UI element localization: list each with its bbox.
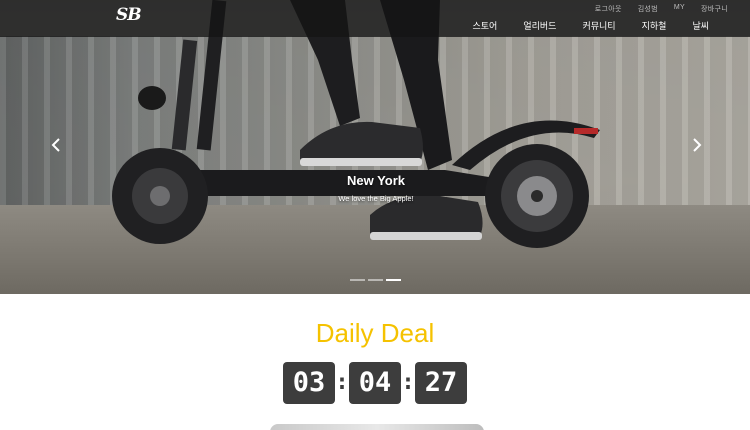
- carousel-caption-title: New York: [346, 173, 406, 188]
- carousel-indicators: [350, 279, 401, 281]
- util-logout-link[interactable]: 로그아웃: [587, 4, 630, 14]
- menu-item-weather[interactable]: 날씨: [679, 19, 722, 32]
- hero-carousel: SB 로그아웃 김성범 MY 장바구니 스토어 얼리버드 커뮤니티 지하철 날씨…: [0, 0, 750, 294]
- chevron-right-icon: [693, 138, 702, 152]
- carousel-indicator-3[interactable]: [386, 279, 401, 281]
- carousel-indicator-2[interactable]: [368, 279, 383, 281]
- countdown-minutes: 04: [349, 362, 401, 404]
- util-my-link[interactable]: MY: [666, 4, 693, 14]
- countdown-timer: 03 : 04 : 27: [283, 362, 467, 404]
- daily-deal-title: Daily Deal: [315, 318, 435, 348]
- util-username-link[interactable]: 김성범: [630, 4, 666, 14]
- util-cart-link[interactable]: 장바구니: [693, 4, 736, 14]
- countdown-separator: :: [335, 370, 349, 395]
- carousel-indicator-1[interactable]: [350, 279, 365, 281]
- carousel-prev-button[interactable]: [48, 138, 64, 156]
- menu-item-earlybird[interactable]: 얼리버드: [510, 19, 569, 32]
- carousel-next-button[interactable]: [689, 138, 705, 156]
- countdown-hours: 03: [283, 362, 335, 404]
- menu-item-store[interactable]: 스토어: [460, 19, 511, 32]
- main-menu: 스토어 얼리버드 커뮤니티 지하철 날씨: [460, 19, 723, 32]
- brand-logo[interactable]: SB: [116, 5, 142, 25]
- top-navbar: SB 로그아웃 김성범 MY 장바구니 스토어 얼리버드 커뮤니티 지하철 날씨: [0, 0, 750, 37]
- utility-nav: 로그아웃 김성범 MY 장바구니: [587, 4, 736, 14]
- menu-item-community[interactable]: 커뮤니티: [569, 19, 628, 32]
- scooter-photo: [112, 0, 600, 248]
- countdown-separator: :: [401, 370, 415, 395]
- menu-item-subway[interactable]: 지하철: [629, 19, 680, 32]
- countdown-seconds: 27: [415, 362, 467, 404]
- deal-product-image[interactable]: [270, 424, 484, 430]
- chevron-left-icon: [51, 138, 60, 152]
- carousel-caption-subtitle: We love the Big Apple!: [338, 194, 414, 203]
- carousel-caption: New York We love the Big Apple!: [276, 173, 476, 203]
